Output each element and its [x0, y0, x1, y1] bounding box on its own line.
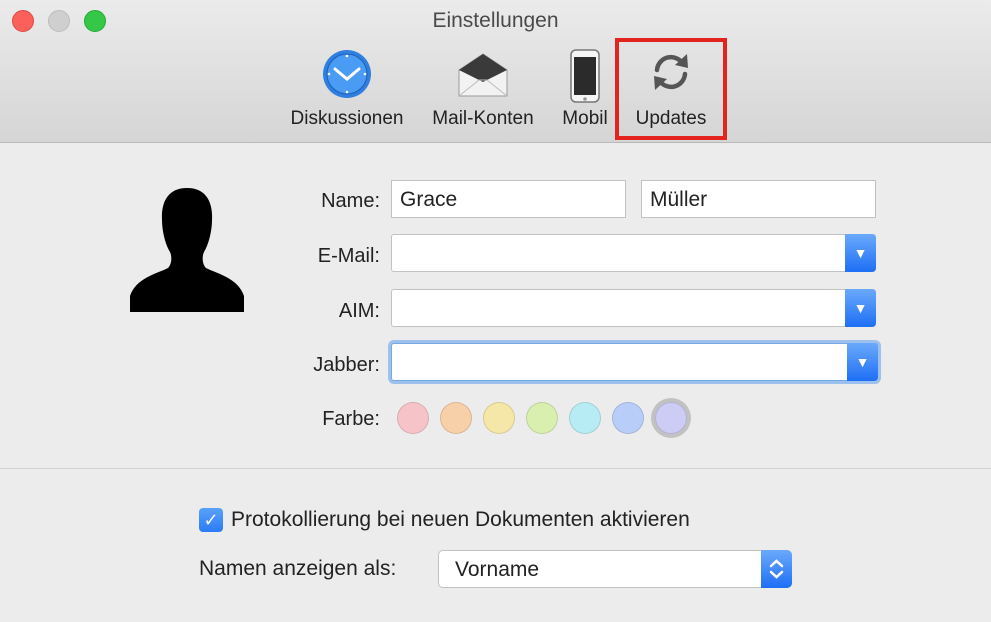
color-label: Farbe:: [322, 408, 380, 430]
last-name-field[interactable]: Müller: [641, 180, 876, 218]
email-combo[interactable]: ▼: [391, 234, 876, 272]
clock-icon: [323, 50, 371, 98]
aim-dropdown-button[interactable]: ▼: [845, 289, 876, 327]
display-name-value: Vorname: [455, 558, 540, 581]
display-name-popup[interactable]: Vorname: [438, 550, 792, 588]
jabber-label: Jabber:: [313, 354, 380, 376]
popup-stepper-button[interactable]: [761, 550, 792, 588]
jabber-combo[interactable]: ▼: [391, 343, 878, 381]
color-swatch[interactable]: [655, 402, 687, 434]
color-swatch[interactable]: [440, 402, 472, 434]
highlight-box: [615, 38, 727, 140]
logging-checkbox-label: Protokollierung bei neuen Dokumenten akt…: [231, 508, 690, 531]
color-swatch[interactable]: [526, 402, 558, 434]
tab-mobil[interactable]: Mobil: [554, 44, 616, 136]
name-label: Name:: [321, 190, 380, 212]
color-swatch[interactable]: [569, 402, 601, 434]
window-title: Einstellungen: [432, 9, 559, 32]
email-dropdown-button[interactable]: ▼: [845, 234, 876, 272]
display-name-label: Namen anzeigen als:: [199, 557, 397, 580]
color-swatch[interactable]: [483, 402, 515, 434]
jabber-dropdown-button[interactable]: ▼: [847, 343, 878, 381]
envelope-icon: [458, 53, 508, 97]
tab-mail-konten[interactable]: Mail-Konten: [422, 44, 544, 136]
logging-checkbox[interactable]: ✓: [199, 508, 223, 532]
tab-mail-konten-label: Mail-Konten: [432, 108, 534, 129]
chevron-up-down-icon: [769, 559, 784, 579]
color-swatch[interactable]: [397, 402, 429, 434]
tab-mobil-label: Mobil: [562, 108, 608, 129]
email-label: E-Mail:: [317, 245, 380, 267]
tab-diskussionen[interactable]: Diskussionen: [282, 44, 412, 136]
tab-diskussionen-label: Diskussionen: [290, 108, 404, 129]
divider: [0, 468, 991, 469]
phone-icon: [570, 49, 600, 103]
color-swatch[interactable]: [612, 402, 644, 434]
first-name-field[interactable]: Grace: [391, 180, 626, 218]
aim-combo[interactable]: ▼: [391, 289, 876, 327]
toolbar: Einstellungen Diskussionen Mail-Konten M…: [0, 0, 991, 143]
aim-label: AIM:: [338, 300, 380, 322]
